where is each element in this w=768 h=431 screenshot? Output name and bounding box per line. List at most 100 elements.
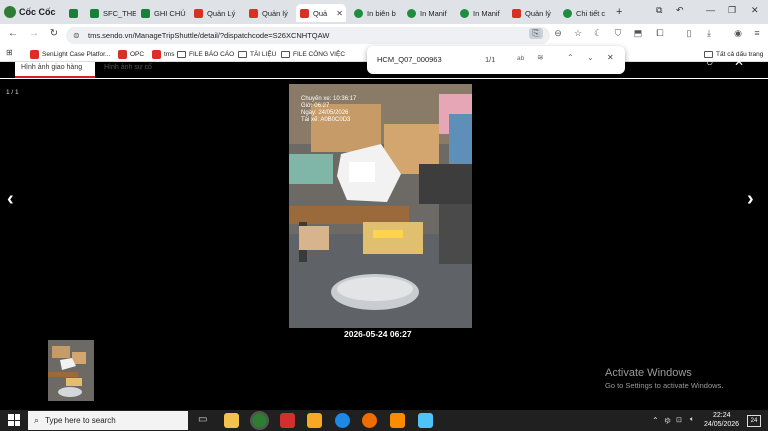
back-icon[interactable]: ←: [6, 28, 20, 39]
photo-overlay-line: Chuyến xe: 10:36:17: [301, 96, 357, 102]
browser-logo[interactable]: Cốc Cốc: [4, 4, 56, 20]
close-window-button[interactable]: ✕: [751, 5, 759, 16]
sticky-notes-icon[interactable]: [307, 413, 322, 428]
browser-tab[interactable]: [65, 4, 83, 22]
match-case-toggle[interactable]: ab: [517, 55, 524, 62]
language-icon[interactable]: ゆ: [664, 416, 671, 426]
back-arrow-icon[interactable]: ↶: [676, 5, 684, 16]
sheet-icon: [69, 8, 78, 18]
search-placeholder: Type here to search: [45, 416, 116, 425]
photo-thumbnail[interactable]: [48, 340, 94, 401]
windows-start-icon[interactable]: [8, 414, 20, 426]
browser-tab[interactable]: Quản Lý: [190, 4, 242, 22]
photo-overlay: Chuyến xe: 10:36:17 Giờ: 06:27 Ngày: 24/05…: [301, 96, 356, 124]
clock-time[interactable]: 22:24: [713, 412, 731, 419]
tab-label: Quản lý: [262, 8, 288, 18]
globe-icon: [354, 8, 363, 18]
photo-overlay-line: Ngày: 24/05/2026: [301, 110, 349, 116]
activate-windows-subtitle: Go to Settings to activate Windows.: [605, 381, 724, 390]
tab-incident-images[interactable]: Hình ảnh sự cố: [98, 62, 158, 78]
reload-icon[interactable]: ↻: [47, 28, 61, 39]
profile-icon[interactable]: ◉: [731, 28, 745, 39]
apps-grid-icon[interactable]: ⊞: [6, 48, 13, 57]
site-info-icon[interactable]: ⊜: [73, 27, 80, 44]
browser-tab[interactable]: Chi tiết c: [559, 4, 609, 22]
sendo-icon: [300, 8, 309, 18]
browser-brand: Cốc Cốc: [19, 7, 56, 17]
bookmark-label: TÀI LIỆU: [250, 50, 277, 58]
bookmark-item[interactable]: FILE CÔNG VIỆC: [281, 48, 345, 60]
find-previous-icon[interactable]: ⌃: [567, 53, 574, 62]
dark-mode-icon[interactable]: ☾: [591, 28, 605, 39]
translate-icon[interactable]: ⎘: [529, 28, 543, 39]
next-image-button[interactable]: ›: [747, 188, 754, 211]
vlc-icon[interactable]: [390, 413, 405, 428]
extensions-icon[interactable]: ⧠: [653, 28, 667, 39]
sidebar-icon[interactable]: ▯: [682, 28, 696, 39]
tab-delivery-images[interactable]: Hình ảnh giao hàng: [15, 62, 95, 78]
bookmark-item[interactable]: tms: [152, 48, 174, 60]
folder-icon: [281, 50, 290, 58]
delivery-photo[interactable]: Chuyến xe: 10:36:17 Giờ: 06:27 Ngày: 24/05…: [289, 84, 472, 328]
tray-chevron-icon[interactable]: ⌃: [652, 416, 659, 425]
bookmark-label: FILE BÁO CÁO: [189, 50, 235, 58]
bookmark-item[interactable]: FILE BÁO CÁO: [177, 48, 234, 60]
clock-date[interactable]: 24/05/2026: [704, 421, 739, 428]
browser-tab[interactable]: GHI CHÚ: [137, 4, 187, 22]
find-close-icon[interactable]: ✕: [607, 53, 614, 62]
browser-tab[interactable]: In Manif: [403, 4, 453, 22]
shield-icon[interactable]: ⛉: [611, 28, 625, 39]
download-manager-icon[interactable]: ⬒: [631, 28, 645, 39]
notifications-icon[interactable]: 24: [747, 415, 761, 427]
match-diacritics-icon[interactable]: ≋: [537, 53, 544, 62]
bookmark-item[interactable]: SenLight Case Platfor...: [30, 48, 110, 60]
zalo-icon[interactable]: [335, 413, 350, 428]
browser-tab[interactable]: In biên b: [350, 4, 400, 22]
tab-label: In biên b: [367, 8, 396, 18]
find-next-icon[interactable]: ⌄: [587, 53, 594, 62]
tab-label: Chi tiết c: [576, 8, 606, 18]
tab-incident-images-label: Hình ảnh sự cố: [104, 64, 152, 71]
sheet-icon: [90, 8, 99, 18]
browser-tab[interactable]: In Manif: [456, 4, 506, 22]
downloads-icon[interactable]: ⤓: [702, 28, 716, 39]
tab-search-icon[interactable]: ⧉: [656, 5, 662, 16]
bookmark-label: SenLight Case Platfor...: [42, 50, 111, 58]
bookmark-label: tms: [164, 50, 175, 58]
network-icon[interactable]: ⊡: [676, 416, 682, 424]
new-tab-button[interactable]: +: [616, 6, 622, 18]
browser-tab[interactable]: Quả ✕: [296, 4, 346, 22]
zoom-icon[interactable]: ⊖: [551, 28, 565, 39]
taskbar-search[interactable]: ⌕ Type here to search: [28, 411, 188, 430]
wps-office-icon[interactable]: [280, 413, 295, 428]
address-bar[interactable]: ⊜ tms.sendo.vn/ManageTripShuttle/detail/…: [66, 27, 550, 44]
minimize-button[interactable]: —: [706, 5, 715, 15]
find-bar: HCM_Q07_000963 1/1 ab ≋ ⌃ ⌄ ✕: [367, 46, 625, 74]
photo-overlay-line: Giờ: 06:27: [301, 103, 330, 109]
maximize-button[interactable]: ❐: [728, 5, 736, 16]
close-viewer-icon[interactable]: ✕: [734, 55, 744, 69]
forward-icon[interactable]: →: [27, 28, 41, 39]
bookmark-item[interactable]: TÀI LIỆU: [238, 48, 276, 60]
coccoc-taskbar-icon[interactable]: [250, 411, 269, 430]
sendo-icon: [30, 49, 39, 59]
task-view-icon[interactable]: ▭: [198, 414, 207, 425]
find-input[interactable]: HCM_Q07_000963: [377, 55, 442, 64]
zoom-out-icon[interactable]: ○: [706, 55, 713, 69]
previous-image-button[interactable]: ‹: [7, 188, 14, 211]
app-icon[interactable]: [362, 413, 377, 428]
menu-icon[interactable]: ≡: [750, 28, 764, 38]
star-icon[interactable]: ☆: [571, 28, 585, 39]
browser-tab[interactable]: Quản lý: [245, 4, 293, 22]
browser-tab[interactable]: SFC_THE: [86, 4, 136, 22]
bookmark-item[interactable]: OPC: [118, 48, 144, 60]
tab-close-icon[interactable]: ✕: [336, 9, 346, 18]
notepad-icon[interactable]: [418, 413, 433, 428]
browser-tab[interactable]: Quản lý: [508, 4, 556, 22]
sendo-icon: [118, 49, 127, 59]
coccoc-logo-icon: [4, 6, 16, 18]
volume-icon[interactable]: 🔈︎: [690, 416, 694, 424]
thumbnail-image: [48, 340, 94, 401]
file-explorer-icon[interactable]: [224, 413, 239, 428]
tab-label: Quả: [313, 8, 328, 18]
